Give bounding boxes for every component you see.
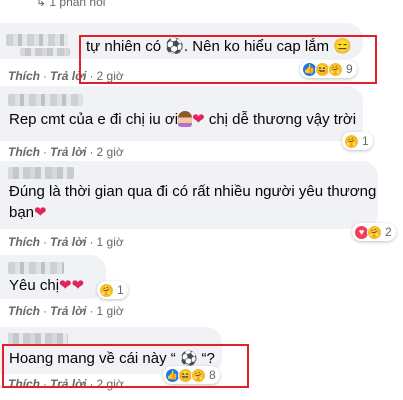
replies-link[interactable]: ↳ 1 phản hồi (36, 0, 105, 9)
reaction-summary[interactable]: 🤗 1 (342, 132, 373, 150)
care-icon: 🤗 (99, 282, 114, 298)
author-name-blurred[interactable] (8, 94, 83, 106)
like-button[interactable]: Thích (8, 69, 40, 83)
reply-button[interactable]: Trả lời (50, 235, 87, 249)
like-button[interactable]: Thích (8, 235, 40, 249)
reaction-summary[interactable]: ♥ 🤗 2 (352, 223, 396, 241)
comment-text-line1: Đúng là thời gian qua đi có rất nhiều ng… (9, 183, 377, 200)
comment-time[interactable]: 2 giờ (97, 145, 124, 159)
reaction-count: 1 (362, 134, 369, 148)
comment-time[interactable]: 1 giờ (97, 304, 124, 318)
comment-actions: Thích · Trả lời · 1 giờ (8, 304, 124, 318)
comment-text-line2: bạn❤ (9, 204, 47, 221)
care-icon: 🤗 (344, 133, 359, 149)
care-icon: 🤗 (367, 224, 382, 240)
woman-emoji-icon (178, 111, 193, 127)
like-button[interactable]: Thích (8, 304, 40, 318)
reaction-count: 2 (385, 225, 392, 239)
reply-button[interactable]: Trả lời (50, 304, 87, 318)
comment-time[interactable]: 1 giờ (97, 235, 124, 249)
comment-actions: Thích · Trả lời · 1 giờ (8, 235, 124, 249)
reaction-summary[interactable]: 🤗 1 (97, 281, 128, 299)
heart-icon: ❤ (34, 204, 47, 221)
author-name-blurred[interactable] (8, 167, 74, 179)
heart-icon: ❤ (192, 111, 205, 128)
author-name-blurred[interactable] (20, 48, 70, 56)
heart-icon: ❤❤ (59, 277, 85, 294)
comment-text: Rep cmt của e đi chị iu ơi ❤ chị dễ thươn… (9, 111, 357, 128)
author-name-blurred[interactable] (8, 262, 64, 274)
comment-text: Yêu chị❤❤ (9, 277, 85, 294)
highlight-box (79, 35, 377, 84)
author-name-blurred[interactable] (6, 34, 68, 46)
like-button[interactable]: Thích (8, 145, 40, 159)
highlight-box (2, 344, 249, 388)
reaction-count: 1 (117, 283, 124, 297)
reply-button[interactable]: Trả lời (50, 145, 87, 159)
comment-actions: Thích · Trả lời · 2 giờ (8, 145, 124, 159)
